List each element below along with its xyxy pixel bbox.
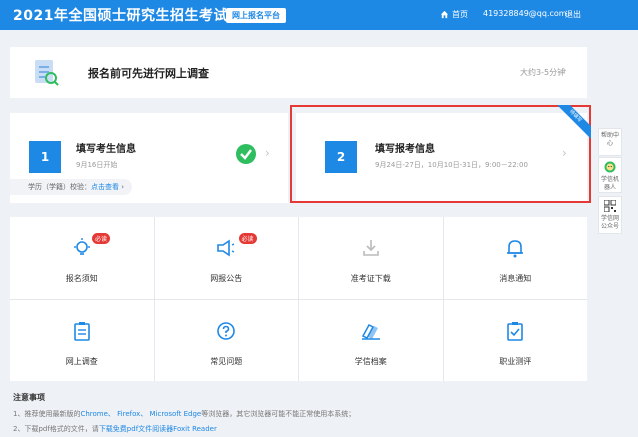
grid-item-label: 常见问题 xyxy=(210,356,243,366)
survey-time: 大约3-5分钟 xyxy=(520,68,566,77)
notice-line-1: 1、推荐使用最新版的Chrome、 Firefox、 Microsoft Edg… xyxy=(13,409,355,419)
must-read-badge: 必读 xyxy=(238,233,257,244)
highlight-frame: 待填写 xyxy=(290,105,591,203)
ribbon-label: 待填写 xyxy=(551,105,591,141)
grid-item-label: 网上调查 xyxy=(65,356,98,366)
help-center-button[interactable]: 帮助中心 xyxy=(598,128,622,156)
pending-ribbon: 待填写 xyxy=(551,105,591,145)
step1-number: 1 xyxy=(29,141,61,173)
grid-item-admission-ticket[interactable]: 准考证下载 xyxy=(299,217,443,299)
must-read-badge: 必读 xyxy=(92,233,111,244)
grid-item-label: 职业测评 xyxy=(499,356,532,366)
grid-item-label: 报名须知 xyxy=(65,274,98,283)
grid-item-announcement[interactable]: 必读 网报公告 xyxy=(154,217,298,299)
verify-label: 学历（学籍）校验： xyxy=(28,183,91,191)
wechat-label: 学信网公众号 xyxy=(600,215,619,230)
grid-item-faq[interactable]: 常见问题 xyxy=(154,299,298,381)
top-header: 2021年全国硕士研究生招生考试 网上报名平台 首页 419328849@qq.… xyxy=(0,0,638,30)
verify-link[interactable]: 点击查看 xyxy=(91,183,119,191)
education-verify: 学历（学籍）校验：点击查看 › xyxy=(10,179,133,195)
archive-files-icon xyxy=(361,323,380,340)
grid-item-apply-notice[interactable]: 必读 报名须知 xyxy=(10,217,154,299)
site-title: 2021年全国硕士研究生招生考试 xyxy=(13,8,228,24)
step1-title: 填写考生信息 xyxy=(76,144,136,155)
grid-item-label: 学信档案 xyxy=(354,356,387,366)
platform-badge: 网上报名平台 xyxy=(226,8,286,23)
step1-subtitle: 9月16日开始 xyxy=(76,161,118,169)
notice-1-suffix: 等浏览器，其它浏览器可能不能正常使用本系统； xyxy=(201,410,356,418)
notice-1-prefix: 1、推荐使用最新版的 xyxy=(13,410,81,418)
qr-code-icon xyxy=(603,199,617,213)
notice-line-2: 2、下载pdf格式的文件，请下载免费pdf文件阅读器Foxit Reader xyxy=(13,424,217,434)
robot-label: 学信机器人 xyxy=(600,176,619,191)
grid-item-label: 准考证下载 xyxy=(350,274,391,283)
lightbulb-icon xyxy=(73,238,90,255)
grid-item-career-test[interactable]: 职业测评 xyxy=(443,299,587,381)
megaphone-icon xyxy=(217,239,235,257)
grid-item-archive[interactable]: 学信档案 xyxy=(299,299,443,381)
check-clipboard-icon xyxy=(507,321,524,341)
foxit-download-link[interactable]: 下载免费pdf文件阅读器Foxit Reader xyxy=(99,425,217,433)
robot-avatar-icon xyxy=(604,161,616,173)
chevron-right-icon: › xyxy=(265,146,270,160)
notice-title: 注意事项 xyxy=(13,393,45,402)
help-center-label: 帮助中心 xyxy=(600,132,619,147)
download-icon xyxy=(362,240,379,256)
robot-button[interactable]: 学信机器人 xyxy=(598,157,622,193)
logout-link[interactable]: 退出 xyxy=(565,9,581,20)
bell-icon xyxy=(507,240,524,258)
home-icon xyxy=(440,10,449,19)
survey-text: 报名前可先进行网上调查 xyxy=(88,67,209,80)
grid-item-survey[interactable]: 网上调查 xyxy=(10,299,154,381)
wechat-qr-button[interactable]: 学信网公众号 xyxy=(598,196,622,234)
survey-card[interactable]: 报名前可先进行网上调查 大约3-5分钟 › xyxy=(10,47,587,98)
home-link[interactable]: 首页 xyxy=(440,9,468,20)
grid-item-messages[interactable]: 消息通知 xyxy=(443,217,587,299)
chevron-right-icon: › xyxy=(562,63,567,77)
notice-2-prefix: 2、下载pdf格式的文件，请 xyxy=(13,425,99,433)
check-circle-icon xyxy=(236,144,256,164)
browser-list: Chrome、 Firefox、 Microsoft Edge xyxy=(80,410,202,418)
grid-item-label: 网报公告 xyxy=(210,274,243,283)
grid-item-label: 消息通知 xyxy=(499,274,532,283)
feature-grid: 必读 报名须知 必读 网报公告 准考证下载 消息通知 网上调查 常见问题 学信档… xyxy=(10,217,587,381)
step1-card[interactable]: 1 填写考生信息 9月16日开始 › 学历（学籍）校验：点击查看 › xyxy=(10,113,288,203)
home-label: 首页 xyxy=(452,10,468,19)
clipboard-icon xyxy=(73,321,90,341)
user-email[interactable]: 419328849@qq.com xyxy=(483,9,567,18)
question-circle-icon xyxy=(217,321,236,340)
survey-document-icon xyxy=(35,60,59,86)
